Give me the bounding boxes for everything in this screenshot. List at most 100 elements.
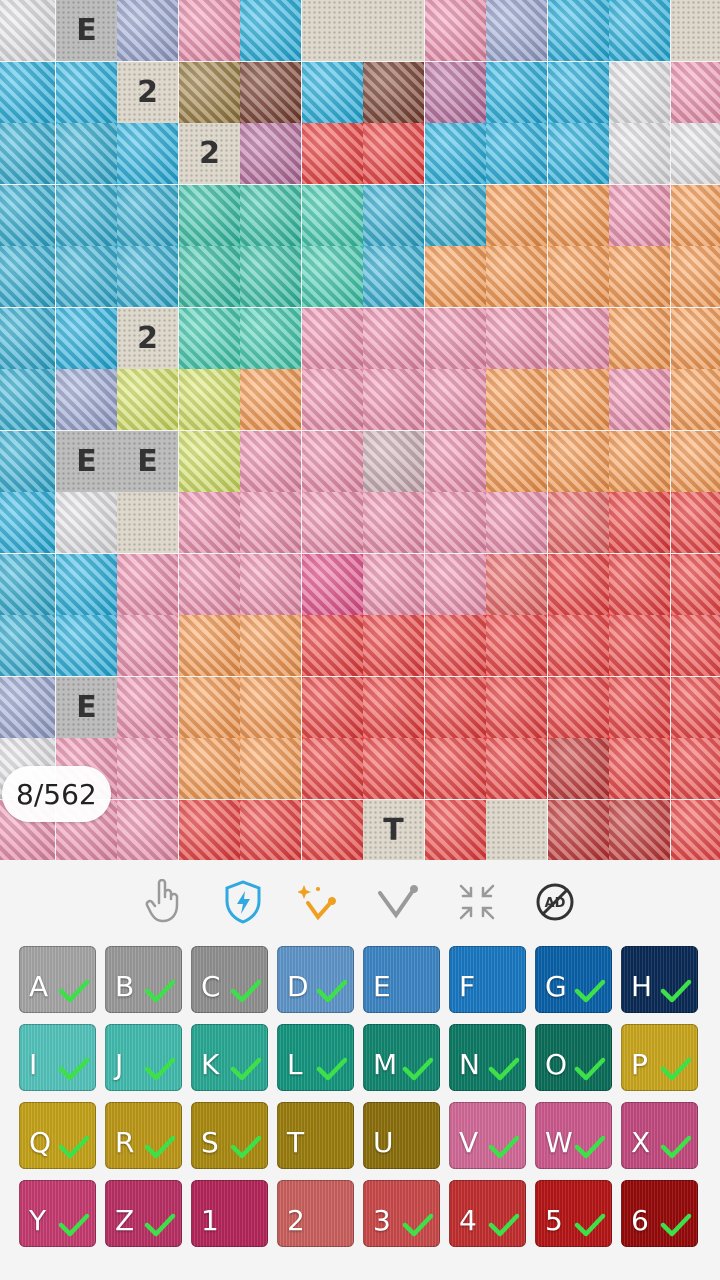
stitch-cell[interactable] — [363, 369, 424, 430]
stitch-cell[interactable] — [302, 615, 363, 676]
stitch-cell[interactable] — [671, 246, 720, 307]
stitch-cell[interactable] — [302, 492, 363, 553]
stitch-cell[interactable] — [0, 62, 55, 123]
stitch-cell[interactable] — [240, 677, 301, 738]
shrink-icon[interactable] — [452, 877, 502, 927]
stitch-cell[interactable] — [117, 123, 178, 184]
stitch-cell[interactable] — [548, 431, 609, 492]
stitch-cell[interactable] — [548, 123, 609, 184]
stitch-cell[interactable] — [609, 62, 670, 123]
empty-stitch-cell[interactable] — [302, 0, 363, 61]
color-swatch-c[interactable]: C — [191, 946, 268, 1013]
stitch-cell[interactable] — [117, 246, 178, 307]
stitch-cell[interactable] — [609, 369, 670, 430]
stitch-cell[interactable] — [425, 615, 486, 676]
stitch-cell[interactable] — [179, 62, 240, 123]
stitch-cell[interactable] — [363, 738, 424, 799]
stitch-cell[interactable] — [240, 246, 301, 307]
stitch-cell[interactable] — [56, 554, 117, 615]
stitch-cell[interactable] — [302, 62, 363, 123]
stitch-cell[interactable] — [363, 185, 424, 246]
stitch-cell[interactable] — [179, 677, 240, 738]
color-swatch-6[interactable]: 6 — [621, 1180, 698, 1247]
stitch-cell[interactable] — [609, 492, 670, 553]
stitch-cell[interactable] — [486, 0, 547, 61]
stitch-cell[interactable] — [548, 492, 609, 553]
stitch-cell[interactable] — [117, 369, 178, 430]
stitch-cell[interactable] — [548, 185, 609, 246]
stitch-cell[interactable] — [548, 308, 609, 369]
color-swatch-g[interactable]: G — [535, 946, 612, 1013]
color-swatch-y[interactable]: Y — [19, 1180, 96, 1247]
stitch-cell[interactable] — [548, 554, 609, 615]
color-swatch-r[interactable]: R — [105, 1102, 182, 1169]
magic-wand-icon[interactable] — [296, 877, 346, 927]
stitch-canvas[interactable]: E 2 2 2 E E E T — [0, 0, 720, 860]
stitch-cell[interactable] — [0, 615, 55, 676]
stitch-cell[interactable] — [671, 554, 720, 615]
stitch-cell[interactable] — [486, 431, 547, 492]
color-swatch-v[interactable]: V — [449, 1102, 526, 1169]
stitch-cell[interactable] — [240, 431, 301, 492]
color-swatch-n[interactable]: N — [449, 1024, 526, 1091]
stitch-cell[interactable] — [302, 800, 363, 860]
stitch-cell[interactable] — [671, 123, 720, 184]
color-swatch-j[interactable]: J — [105, 1024, 182, 1091]
stitch-cell[interactable] — [609, 308, 670, 369]
stitch-cell[interactable] — [179, 492, 240, 553]
stitch-cell[interactable] — [302, 738, 363, 799]
color-swatch-w[interactable]: W — [535, 1102, 612, 1169]
stitch-cell[interactable] — [425, 62, 486, 123]
stitch-cell[interactable] — [363, 246, 424, 307]
stitch-cell[interactable] — [671, 308, 720, 369]
stitch-cell[interactable] — [671, 615, 720, 676]
stitch-cell[interactable] — [179, 246, 240, 307]
stitch-cell[interactable] — [425, 738, 486, 799]
stitch-cell[interactable] — [671, 369, 720, 430]
stitch-cell[interactable] — [0, 554, 55, 615]
stitch-cell[interactable] — [302, 431, 363, 492]
stitch-cell[interactable] — [609, 800, 670, 860]
stitch-cell[interactable] — [56, 246, 117, 307]
stitch-cell[interactable] — [302, 185, 363, 246]
stitch-cell[interactable] — [117, 800, 178, 860]
stitch-cell[interactable] — [486, 677, 547, 738]
stitch-cell[interactable] — [425, 246, 486, 307]
stitch-cell[interactable] — [671, 677, 720, 738]
stitch-cell[interactable] — [425, 0, 486, 61]
stitch-cell[interactable] — [363, 308, 424, 369]
stitch-cell[interactable] — [240, 308, 301, 369]
stitch-cell[interactable] — [548, 369, 609, 430]
stitch-cell[interactable] — [671, 62, 720, 123]
stitch-cell[interactable] — [609, 185, 670, 246]
stitch-cell[interactable] — [486, 369, 547, 430]
stitch-cell[interactable] — [671, 492, 720, 553]
color-swatch-h[interactable]: H — [621, 946, 698, 1013]
stitch-cell[interactable] — [56, 62, 117, 123]
empty-stitch-cell[interactable]: E — [56, 431, 117, 492]
stitch-cell[interactable] — [425, 308, 486, 369]
stitch-cell[interactable] — [179, 0, 240, 61]
color-swatch-k[interactable]: K — [191, 1024, 268, 1091]
stitch-cell[interactable] — [117, 185, 178, 246]
stitch-cell[interactable] — [363, 62, 424, 123]
stitch-cell[interactable] — [425, 123, 486, 184]
stitch-cell[interactable] — [56, 492, 117, 553]
stitch-cell[interactable] — [425, 677, 486, 738]
stitch-cell[interactable] — [179, 738, 240, 799]
stitch-cell[interactable] — [0, 0, 55, 61]
empty-stitch-cell[interactable] — [363, 0, 424, 61]
stitch-cell[interactable] — [425, 431, 486, 492]
empty-stitch-cell[interactable] — [671, 0, 720, 61]
stitch-cell[interactable] — [609, 123, 670, 184]
stitch-cell[interactable] — [0, 185, 55, 246]
stitch-cell[interactable] — [609, 554, 670, 615]
stitch-cell[interactable] — [179, 431, 240, 492]
stitch-cell[interactable] — [548, 246, 609, 307]
stitch-cell[interactable] — [56, 615, 117, 676]
color-swatch-z[interactable]: Z — [105, 1180, 182, 1247]
color-swatch-u[interactable]: U — [363, 1102, 440, 1169]
color-swatch-m[interactable]: M — [363, 1024, 440, 1091]
stitch-cell[interactable] — [425, 800, 486, 860]
stitch-cell[interactable] — [0, 123, 55, 184]
